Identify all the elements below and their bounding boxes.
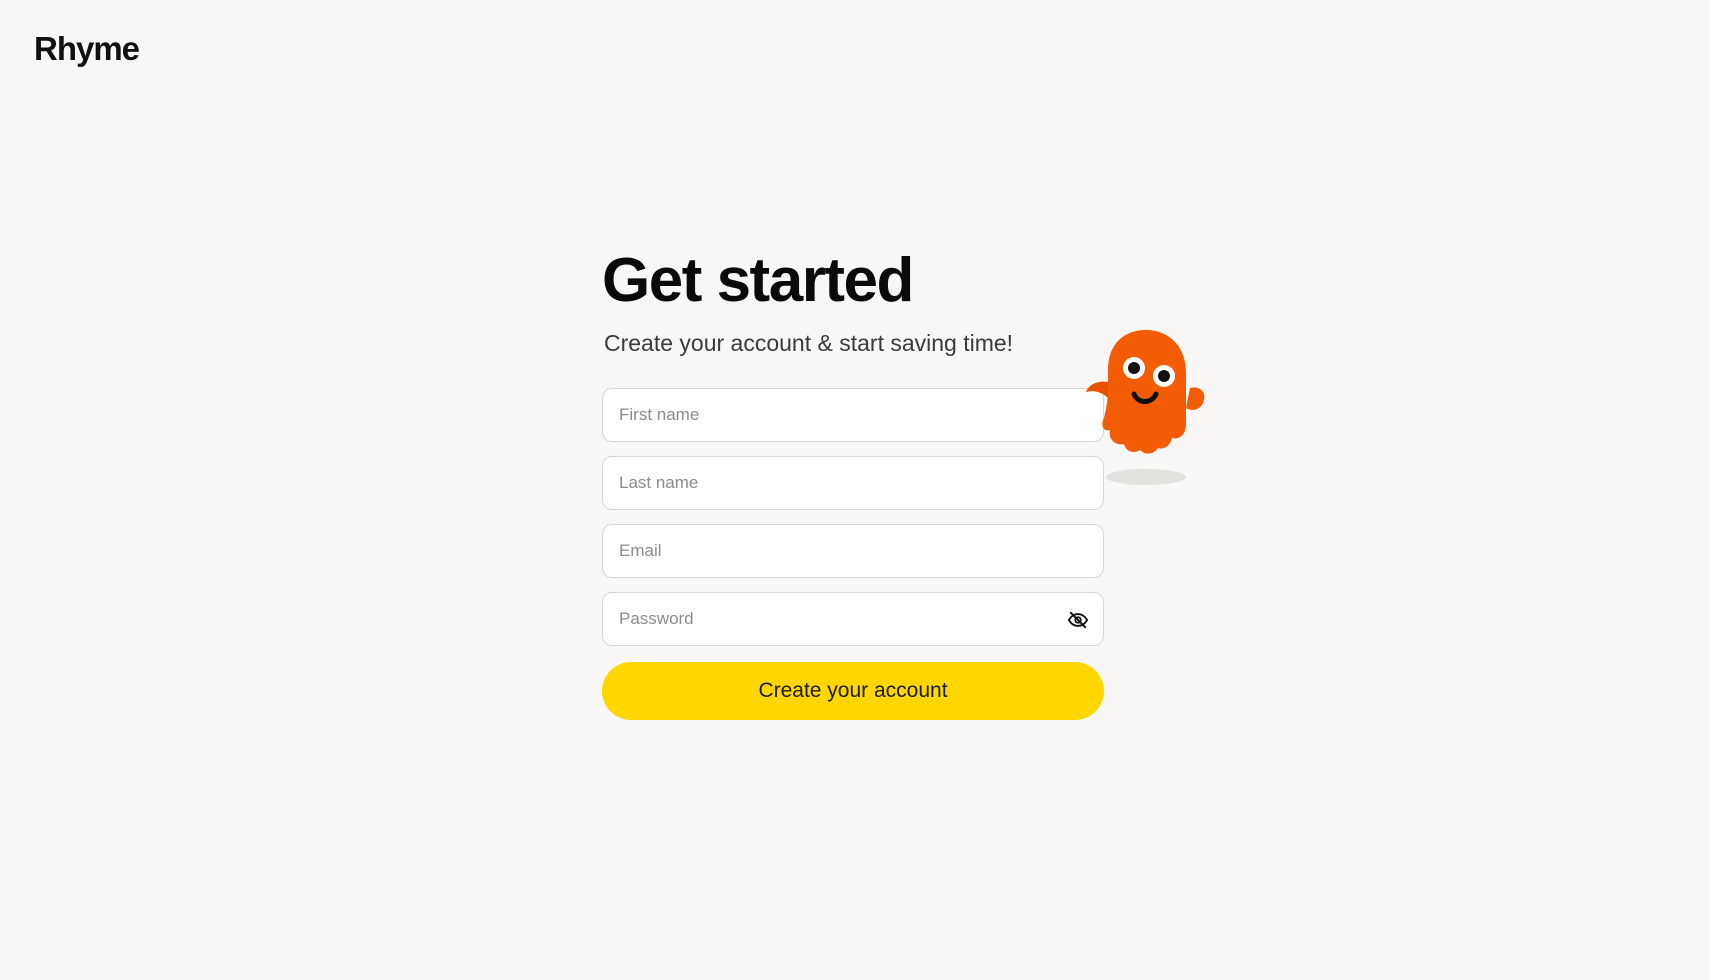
ghost-mascot-icon xyxy=(1082,320,1212,490)
signup-page: Rhyme Get started Create your account & … xyxy=(0,0,1710,980)
password-input[interactable] xyxy=(603,593,1103,645)
create-account-button[interactable]: Create your account xyxy=(602,662,1104,720)
first-name-field-wrapper xyxy=(602,388,1104,442)
page-title: Get started xyxy=(602,246,914,315)
email-field-wrapper xyxy=(602,524,1104,578)
eye-off-icon[interactable] xyxy=(1067,609,1089,631)
signup-form: Get started Create your account & start … xyxy=(602,246,1104,720)
page-subtitle: Create your account & start saving time! xyxy=(604,330,1014,356)
email-input[interactable] xyxy=(603,525,1103,577)
first-name-input[interactable] xyxy=(603,389,1103,441)
last-name-field-wrapper xyxy=(602,456,1104,510)
last-name-input[interactable] xyxy=(603,457,1103,509)
form-fields xyxy=(602,388,1104,646)
brand-logo[interactable]: Rhyme xyxy=(34,30,140,68)
password-field-wrapper xyxy=(602,592,1104,646)
